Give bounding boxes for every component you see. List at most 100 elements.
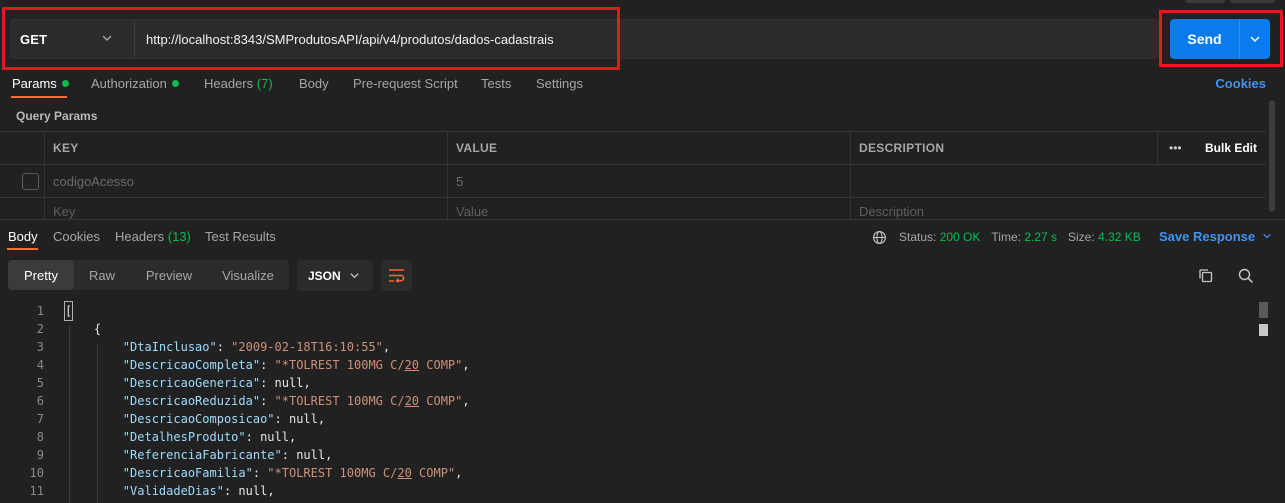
param-value-cell[interactable]: 5 <box>456 174 463 189</box>
response-scrollbar[interactable] <box>1258 302 1270 503</box>
code-line: 9 "ReferenciaFabricante": null, <box>0 446 1256 464</box>
string-part: 20 <box>397 466 412 480</box>
code-line: 7 "DescricaoComposicao": null, <box>0 410 1256 428</box>
line-number: 1 <box>36 304 44 318</box>
code-text: "ValidadeDias": null, <box>65 482 275 500</box>
json-key: "DescricaoFamilia" <box>122 466 253 480</box>
param-key-cell[interactable]: codigoAcesso <box>53 174 134 189</box>
json-colon: : <box>260 358 275 372</box>
line-number: 11 <box>29 484 44 498</box>
format-pretty[interactable]: Pretty <box>8 260 74 290</box>
code-line: 11 "ValidadeDias": null, <box>0 482 1256 500</box>
code-text: "DescricaoReduzida": "*TOLREST 100MG C/2… <box>65 392 470 410</box>
json-key: "DescricaoReduzida" <box>122 394 261 408</box>
tab-label: Headers <box>115 229 165 244</box>
send-options-button[interactable] <box>1239 19 1270 59</box>
json-colon: : <box>260 376 275 390</box>
json-key: "DetalhesProduto" <box>122 430 246 444</box>
globe-icon[interactable] <box>872 230 887 245</box>
save-response-label: Save Response <box>1159 229 1256 244</box>
url-input[interactable]: http://localhost:8343/SMProdutosAPI/api/… <box>136 20 1158 58</box>
new-key-input[interactable]: Key <box>53 204 75 219</box>
json-comma: , <box>267 484 275 498</box>
code-line: 2 { <box>0 320 1256 338</box>
response-code-editor[interactable]: 1 [2 { 3 "DtaInclusao": "2009-02-18T16:10:… <box>0 301 1256 503</box>
string-part: "*TOLREST 100MG C/ <box>274 394 405 408</box>
search-button[interactable] <box>1236 266 1256 286</box>
tab-headers[interactable]: Headers (7) <box>204 76 273 91</box>
response-tabs: Body Cookies Headers (13) Test Results S… <box>0 222 1285 250</box>
chevron-down-icon <box>350 273 359 279</box>
line-number: 3 <box>36 340 44 354</box>
json-colon: : <box>245 430 261 444</box>
scrollbar-thumb[interactable] <box>1259 324 1268 336</box>
new-description-input[interactable]: Description <box>859 204 924 219</box>
tab-test-results[interactable]: Test Results <box>205 229 276 244</box>
line-number: 4 <box>36 358 44 372</box>
json-key: "DescricaoCompleta" <box>122 358 261 372</box>
code-text: "ReferenciaFabricante": null, <box>65 446 333 464</box>
active-dot-icon <box>171 80 179 87</box>
string-part: "*TOLREST 100MG C/ <box>274 358 405 372</box>
json-comma: , <box>317 412 326 426</box>
request-url-bar: GET http://localhost:8343/SMProdutosAPI/… <box>10 19 1159 59</box>
chevron-down-icon <box>102 35 112 41</box>
param-enable-checkbox[interactable] <box>22 173 39 190</box>
pane-divider[interactable] <box>0 219 1285 220</box>
tab-pre-request-script[interactable]: Pre-request Script <box>353 76 458 91</box>
more-options-button[interactable]: ••• <box>1169 141 1182 155</box>
tab-label: Headers <box>204 76 254 91</box>
column-header-description: DESCRIPTION <box>859 141 945 155</box>
json-null: null <box>288 412 318 426</box>
cookies-link[interactable]: Cookies <box>1215 76 1266 91</box>
code-text: [ <box>63 301 74 321</box>
format-raw[interactable]: Raw <box>78 260 126 290</box>
tab-tests[interactable]: Tests <box>481 76 511 91</box>
method-select[interactable]: GET <box>11 20 135 58</box>
size-value[interactable]: 4.32 KB <box>1098 230 1141 244</box>
tab-params[interactable]: Params <box>12 76 69 91</box>
language-select[interactable]: JSON <box>297 260 373 291</box>
line-number: 8 <box>36 430 44 444</box>
column-divider <box>1157 132 1158 164</box>
search-icon <box>1238 268 1254 284</box>
json-comma: , <box>382 340 391 354</box>
tab-label: Params <box>12 76 57 91</box>
tab-response-cookies[interactable]: Cookies <box>53 229 100 244</box>
format-preview[interactable]: Preview <box>134 260 204 290</box>
string-part: COMP" <box>419 394 463 408</box>
table-header-row: KEY VALUE DESCRIPTION ••• Bulk Edit <box>0 132 1266 165</box>
send-button[interactable]: Send <box>1170 19 1239 59</box>
code-line: 5 "DescricaoGenerica": null, <box>0 374 1256 392</box>
json-null: null <box>296 448 326 462</box>
json-null: null <box>238 484 268 498</box>
status-value[interactable]: 200 OK <box>940 230 981 244</box>
tab-body[interactable]: Body <box>299 76 329 91</box>
new-value-input[interactable]: Value <box>456 204 488 219</box>
json-comma: , <box>455 466 463 480</box>
active-tab-underline <box>11 96 67 98</box>
json-key: "DescricaoComposicao" <box>122 412 275 426</box>
json-colon: : <box>223 484 239 498</box>
tab-count: (7) <box>256 76 273 91</box>
tab-response-headers[interactable]: Headers (13) <box>115 229 191 244</box>
tab-settings[interactable]: Settings <box>536 76 583 91</box>
json-null: null <box>274 376 304 390</box>
code-line: 6 "DescricaoReduzida": "*TOLREST 100MG C… <box>0 392 1256 410</box>
wrap-lines-button[interactable] <box>381 260 412 291</box>
save-response-button[interactable]: Save Response <box>1159 229 1272 244</box>
tab-response-body[interactable]: Body <box>8 229 38 244</box>
json-colon: : <box>281 448 297 462</box>
json-key: "ReferenciaFabricante" <box>122 448 282 462</box>
copy-button[interactable] <box>1196 266 1216 286</box>
time-value[interactable]: 2.27 s <box>1024 230 1057 244</box>
request-scrollbar[interactable] <box>1269 100 1275 212</box>
code-text: "DtaInclusao": "2009-02-18T16:10:55", <box>65 338 390 356</box>
bulk-edit-button[interactable]: Bulk Edit <box>1205 141 1257 155</box>
tab-authorization[interactable]: Authorization <box>91 76 179 91</box>
json-comma: , <box>462 358 470 372</box>
format-visualize[interactable]: Visualize <box>212 260 284 290</box>
time-label: Time: <box>991 230 1021 244</box>
top-strip <box>0 0 1285 8</box>
json-colon: : <box>260 394 275 408</box>
